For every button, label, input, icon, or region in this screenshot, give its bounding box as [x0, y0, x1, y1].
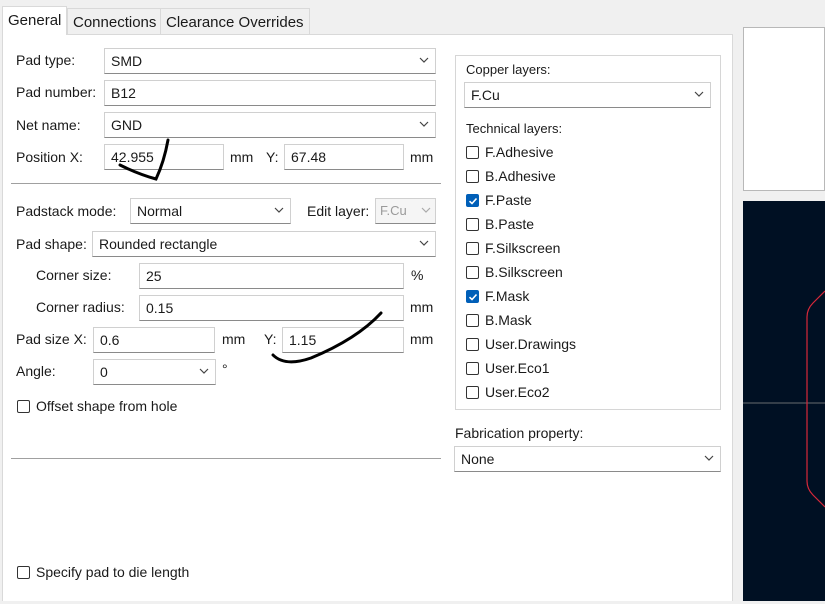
tab-general[interactable]: General — [2, 6, 68, 35]
position-y-input[interactable]: 67.48 — [284, 144, 404, 170]
position-y-unit: mm — [410, 149, 434, 165]
layer-checkbox[interactable] — [466, 194, 479, 207]
layers-group — [455, 55, 721, 410]
layer-label: User.Drawings — [485, 336, 577, 352]
chevron-down-icon — [274, 207, 284, 213]
padstack-mode-label: Padstack mode: — [16, 203, 117, 219]
pad-type-label: Pad type: — [16, 52, 76, 68]
pad-number-input[interactable]: B12 — [104, 80, 436, 106]
corner-size-input[interactable]: 25 — [139, 263, 404, 289]
layer-label: B.Paste — [485, 216, 535, 232]
checkmark-icon — [468, 293, 478, 301]
pad-type-value: SMD — [111, 53, 143, 69]
corner-radius-unit: mm — [410, 299, 434, 315]
layer-label: F.Paste — [485, 192, 532, 208]
checkmark-icon — [468, 197, 478, 205]
layer-label: F.Silkscreen — [485, 240, 561, 256]
position-x-label: Position X: — [16, 149, 83, 165]
pad-preview-canvas[interactable] — [743, 201, 825, 601]
annotation-underline-stroke — [271, 311, 383, 364]
technical-layers-label: Technical layers: — [466, 121, 563, 136]
tab-clearance-overrides[interactable]: Clearance Overrides — [160, 8, 310, 35]
preview-white-area — [743, 27, 825, 191]
fabrication-property-label: Fabrication property: — [455, 425, 584, 441]
copper-layers-select[interactable]: F.Cu — [464, 82, 711, 108]
die-length-checkbox[interactable] — [17, 566, 30, 579]
copper-layers-label: Copper layers: — [466, 62, 551, 77]
pad-shape-value: Rounded rectangle — [99, 236, 218, 252]
annotation-check-mark — [118, 138, 170, 181]
offset-shape-label: Offset shape from hole — [36, 398, 178, 414]
layer-checkbox[interactable] — [466, 146, 479, 159]
separator — [11, 183, 441, 184]
corner-size-label: Corner size: — [36, 267, 112, 283]
chevron-down-icon — [419, 240, 429, 246]
chevron-down-icon — [694, 91, 704, 97]
fabrication-property-value: None — [461, 451, 495, 467]
pad-number-label: Pad number: — [16, 84, 97, 100]
angle-label: Angle: — [16, 363, 56, 379]
pad-shape-select[interactable]: Rounded rectangle — [92, 231, 436, 257]
padstack-mode-select[interactable]: Normal — [130, 198, 291, 224]
layer-label: F.Mask — [485, 288, 530, 304]
pad-size-y-unit: mm — [410, 331, 434, 347]
layer-checkbox[interactable] — [466, 266, 479, 279]
pad-preview-drawing — [743, 290, 825, 508]
layer-label: User.Eco2 — [485, 384, 550, 400]
chevron-down-icon — [704, 455, 714, 461]
pad-type-select[interactable]: SMD — [104, 48, 436, 74]
angle-unit: ° — [222, 361, 228, 377]
corner-radius-label: Corner radius: — [36, 299, 125, 315]
layer-label: User.Eco1 — [485, 360, 550, 376]
pad-shape-label: Pad shape: — [16, 236, 87, 252]
copper-layers-value: F.Cu — [471, 87, 500, 103]
chevron-down-icon — [421, 207, 431, 213]
layer-label: B.Silkscreen — [485, 264, 563, 280]
chevron-down-icon — [199, 368, 209, 374]
angle-value: 0 — [100, 364, 108, 380]
edit-layer-value: F.Cu — [380, 203, 407, 218]
layer-checkbox[interactable] — [466, 362, 479, 375]
pad-size-x-input[interactable]: 0.6 — [93, 327, 215, 353]
edit-layer-select: F.Cu — [375, 198, 436, 224]
angle-select[interactable]: 0 — [93, 359, 216, 385]
layer-label: B.Mask — [485, 312, 532, 328]
layer-checkbox[interactable] — [466, 218, 479, 231]
layer-label: B.Adhesive — [485, 168, 556, 184]
chevron-down-icon — [419, 57, 429, 63]
pad-size-x-unit: mm — [222, 331, 246, 347]
edit-layer-label: Edit layer: — [307, 203, 370, 219]
layer-label: F.Adhesive — [485, 144, 554, 160]
layer-checkbox[interactable] — [466, 338, 479, 351]
padstack-mode-value: Normal — [137, 203, 183, 219]
die-length-label: Specify pad to die length — [36, 564, 190, 580]
tab-connections[interactable]: Connections — [67, 8, 163, 35]
offset-shape-checkbox[interactable] — [17, 400, 30, 413]
layer-checkbox[interactable] — [466, 290, 479, 303]
pad-size-x-label: Pad size X: — [16, 331, 87, 347]
position-x-unit: mm — [230, 149, 254, 165]
net-name-label: Net name: — [16, 117, 81, 133]
layer-checkbox[interactable] — [466, 314, 479, 327]
fabrication-property-select[interactable]: None — [454, 446, 721, 472]
chevron-down-icon — [419, 121, 429, 127]
layer-checkbox[interactable] — [466, 386, 479, 399]
layer-checkbox[interactable] — [466, 170, 479, 183]
layer-checkbox[interactable] — [466, 242, 479, 255]
position-y-label: Y: — [266, 149, 279, 165]
separator — [11, 458, 441, 459]
corner-size-unit: % — [411, 267, 424, 283]
